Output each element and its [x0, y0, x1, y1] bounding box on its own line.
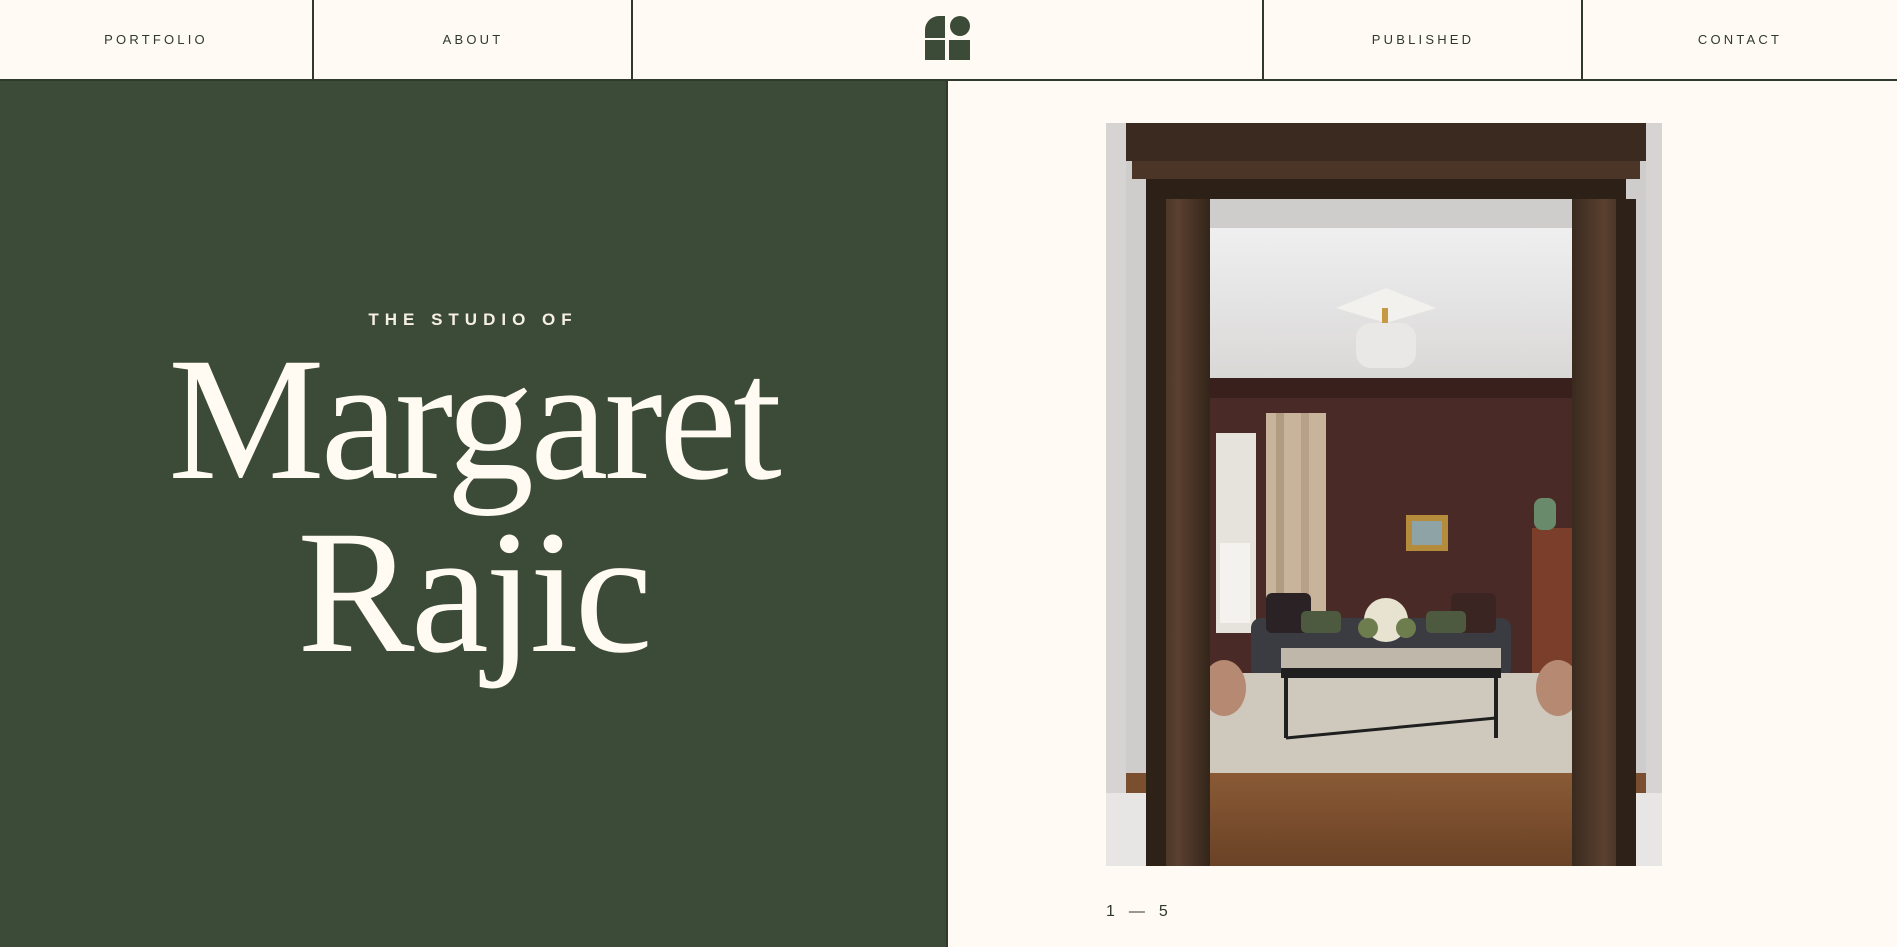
nav-portfolio-link[interactable]: PORTFOLIO: [0, 0, 312, 79]
slide-separator: —: [1128, 903, 1149, 920]
nav-published-link[interactable]: PUBLISHED: [1264, 0, 1582, 79]
nav-contact-link[interactable]: CONTACT: [1583, 0, 1897, 79]
hero-last-name: Rajic: [297, 495, 652, 690]
interior-photo: [1106, 123, 1662, 866]
slideshow-counter: 1 — 5: [1106, 903, 1172, 921]
slide-current: 1: [1106, 903, 1119, 920]
studio-monogram-icon[interactable]: [925, 16, 970, 60]
top-navigation: PORTFOLIO ABOUT PUBLISHED CONTACT: [0, 0, 1897, 81]
slideshow-image[interactable]: [1106, 123, 1662, 866]
hero-first-name: Margaret: [168, 322, 782, 517]
panel-divider: [946, 81, 948, 947]
nav-divider: [631, 0, 633, 80]
slide-total: 5: [1158, 903, 1172, 920]
nav-about-link[interactable]: ABOUT: [314, 0, 632, 79]
